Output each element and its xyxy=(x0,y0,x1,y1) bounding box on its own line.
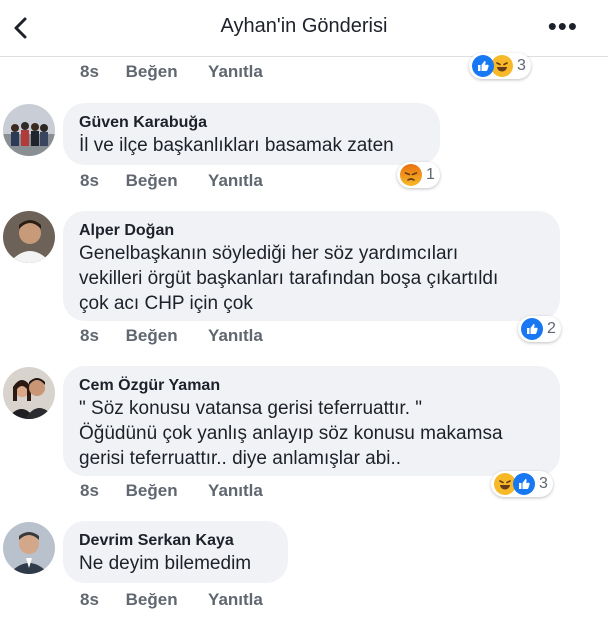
like-reaction-icon xyxy=(513,473,535,495)
comment-author[interactable]: Güven Karabuğa xyxy=(79,113,424,133)
comment-author[interactable]: Devrim Serkan Kaya xyxy=(79,531,272,551)
like-button[interactable]: Beğen xyxy=(126,326,178,345)
comment-text-line: vekilleri örgüt başkanları tarafından bo… xyxy=(79,268,499,289)
comment-text-line: çok acı CHP için çok xyxy=(79,293,253,314)
reaction-count: 3 xyxy=(539,475,548,492)
reactions-summary[interactable]: 2 xyxy=(518,316,561,342)
comment-text-line: " Söz konusu vatansa gerisi teferruattır… xyxy=(79,398,422,419)
like-button[interactable]: Beğen xyxy=(126,62,178,81)
comment-time: 8s xyxy=(80,171,99,190)
avatar[interactable] xyxy=(3,522,55,574)
comment-time: 8s xyxy=(80,326,99,345)
reactions-summary[interactable]: 3 xyxy=(469,53,531,79)
like-button[interactable]: Beğen xyxy=(126,481,178,500)
comment-text: Ne deyim bilemedim xyxy=(79,553,252,574)
comment-text-line: Öğüdünü çok yanlış anlayıp söz konusu ma… xyxy=(79,423,503,444)
avatar[interactable] xyxy=(3,367,55,419)
reaction-count: 1 xyxy=(426,166,435,183)
reactions-summary[interactable]: 3 xyxy=(491,471,553,497)
comment-actions: 8s Beğen Yanıtla xyxy=(80,326,289,346)
reply-button[interactable]: Yanıtla xyxy=(208,590,263,609)
comment-bubble[interactable]: Güven Karabuğa İl ve ilçe başkanlıkları … xyxy=(63,103,440,165)
comment-actions: 8s Beğen Yanıtla xyxy=(80,481,289,501)
like-button[interactable]: Beğen xyxy=(126,171,178,190)
like-reaction-icon xyxy=(472,55,494,77)
comment-actions: 8s Beğen Yanıtla xyxy=(80,171,289,191)
reply-button[interactable]: Yanıtla xyxy=(208,326,263,345)
comment-time: 8s xyxy=(80,62,99,81)
page-title: Ayhan'in Gönderisi xyxy=(220,15,388,37)
comment-text-line: gerisi teferruattır.. diye anlamışlar ab… xyxy=(79,448,402,469)
comment-author[interactable]: Cem Özgür Yaman xyxy=(79,376,544,396)
reaction-count: 3 xyxy=(517,57,526,74)
comment-author[interactable]: Alper Doğan xyxy=(79,221,544,241)
avatar[interactable] xyxy=(3,104,55,156)
comment-text-line: Genelbaşkanın söylediği her söz yardımcı… xyxy=(79,243,459,264)
reaction-count: 2 xyxy=(547,320,556,337)
angry-reaction-icon xyxy=(400,164,422,186)
top-bar: Ayhan'in Gönderisi ••• xyxy=(0,0,608,57)
haha-reaction-icon xyxy=(491,55,513,77)
reactions-summary[interactable]: 1 xyxy=(397,162,440,188)
comment-bubble[interactable]: Alper Doğan Genelbaşkanın söylediği her … xyxy=(63,211,560,321)
comment-bubble[interactable]: Devrim Serkan Kaya Ne deyim bilemedim xyxy=(63,521,288,583)
reply-button[interactable]: Yanıtla xyxy=(208,171,263,190)
comment-text: İl ve ilçe başkanlıkları basamak zaten xyxy=(79,135,394,156)
comment-bubble[interactable]: Cem Özgür Yaman " Söz konusu vatansa ger… xyxy=(63,366,560,476)
avatar[interactable] xyxy=(3,211,55,263)
reply-button[interactable]: Yanıtla xyxy=(208,481,263,500)
reply-button[interactable]: Yanıtla xyxy=(208,62,263,81)
comment-actions: 8s Beğen Yanıtla xyxy=(80,590,289,610)
like-reaction-icon xyxy=(521,318,543,340)
comment-time: 8s xyxy=(80,590,99,609)
comment-actions: 8s Beğen Yanıtla xyxy=(80,62,289,82)
like-button[interactable]: Beğen xyxy=(126,590,178,609)
comment-time: 8s xyxy=(80,481,99,500)
more-options-icon[interactable]: ••• xyxy=(548,13,578,39)
